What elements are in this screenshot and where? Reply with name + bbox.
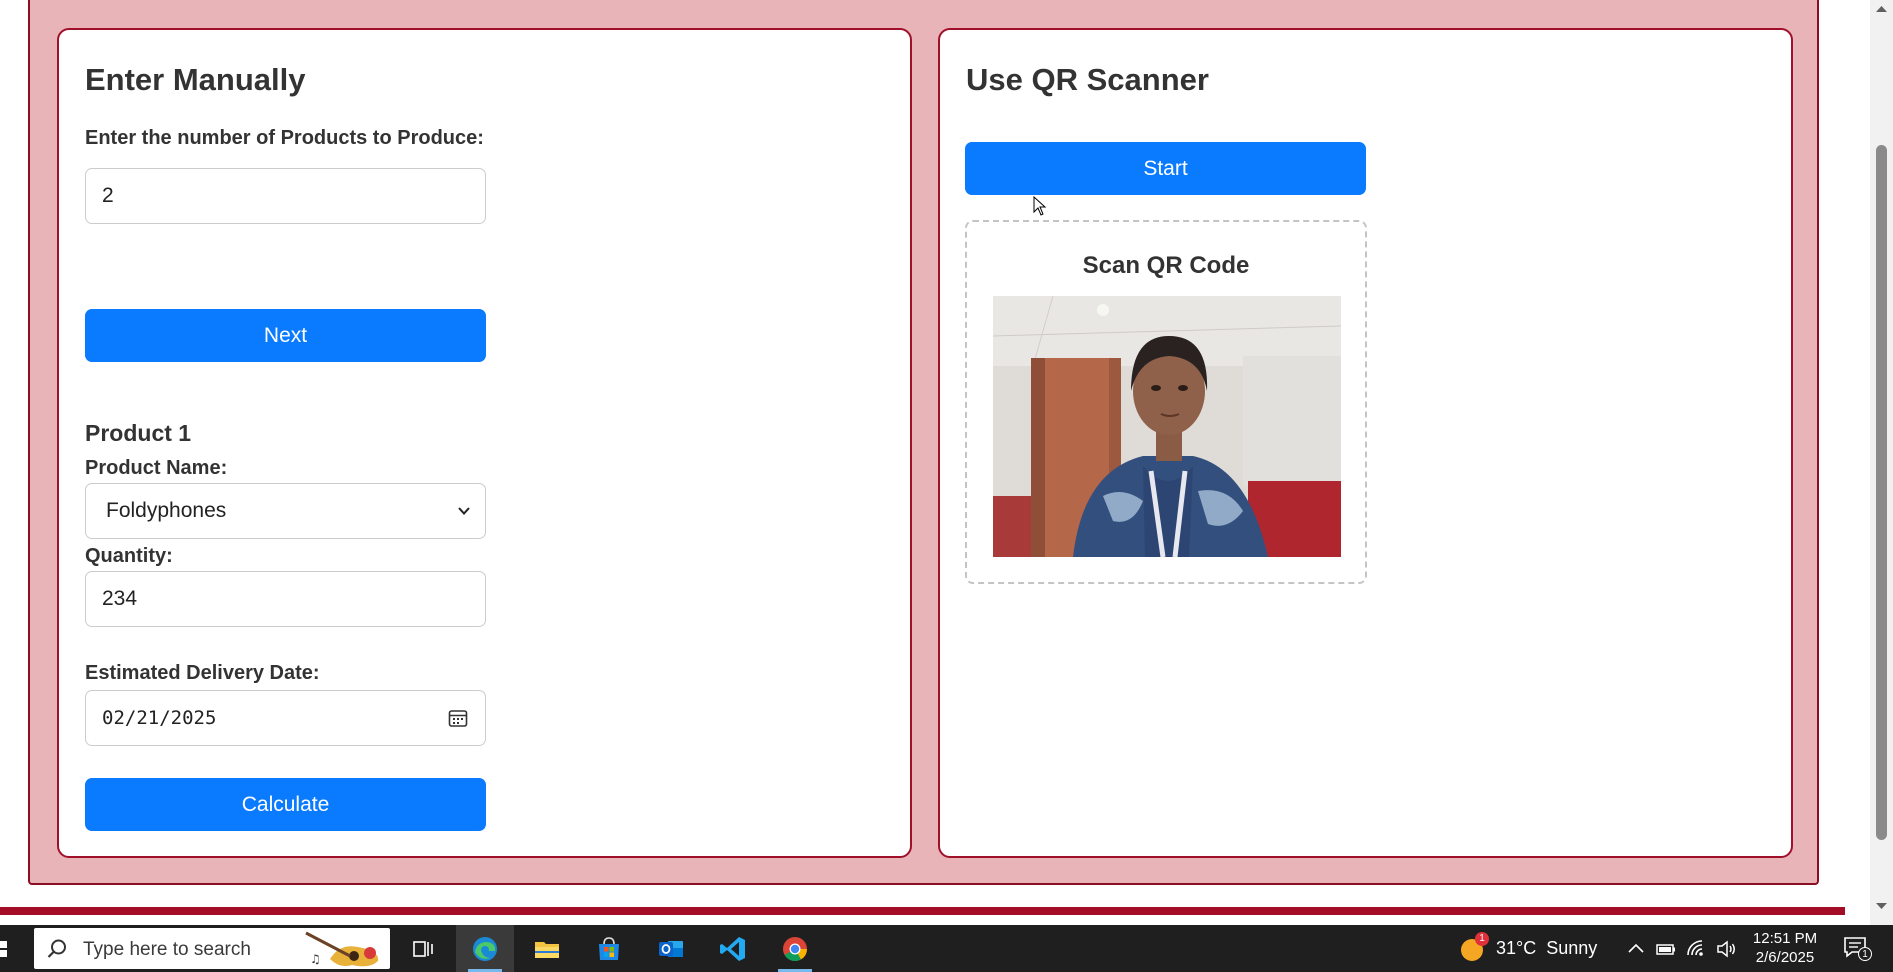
show-hidden-icons-icon[interactable] xyxy=(1625,938,1647,960)
scroll-up-arrow-icon[interactable] xyxy=(1875,4,1888,14)
mouse-cursor-icon xyxy=(1033,196,1047,216)
footer-strip xyxy=(0,907,1845,915)
edge-taskbar-button[interactable] xyxy=(456,925,514,972)
volume-icon[interactable] xyxy=(1715,938,1737,960)
quantity-value: 234 xyxy=(102,587,138,610)
folder-icon xyxy=(535,941,559,958)
taskbar: Type here to search ♫ 1 31°C Sunny 12:51… xyxy=(0,925,1893,972)
search-highlight-guitar-icon: ♫ xyxy=(305,931,379,967)
qr-scan-frame: Scan QR Code xyxy=(965,220,1367,584)
system-clock[interactable]: 12:51 PM 2/6/2025 xyxy=(1740,929,1830,967)
manual-card-title: Enter Manually xyxy=(85,62,306,97)
wifi-icon[interactable] xyxy=(1685,938,1707,960)
quantity-label: Quantity: xyxy=(85,545,173,567)
scan-qr-title: Scan QR Code xyxy=(1082,252,1250,279)
browser-viewport: Enter Manually Enter the number of Produ… xyxy=(0,0,1893,925)
weather-badge: 1 xyxy=(1475,931,1489,946)
clock-time: 12:51 PM xyxy=(1752,930,1818,947)
chrome-button[interactable] xyxy=(766,925,824,972)
qr-card-title: Use QR Scanner xyxy=(966,62,1209,97)
store-bag-icon xyxy=(599,936,619,960)
production-panel: Enter Manually Enter the number of Produ… xyxy=(28,0,1819,885)
scroll-down-arrow-icon[interactable] xyxy=(1875,901,1888,911)
scrollbar-thumb[interactable] xyxy=(1876,145,1887,840)
calculate-button[interactable]: Calculate xyxy=(85,778,486,831)
product-count-value: 2 xyxy=(102,184,114,207)
windows-start-icon[interactable] xyxy=(0,925,30,972)
task-view-icon xyxy=(413,940,433,957)
task-view-button[interactable] xyxy=(394,925,452,972)
weather-text: 31°C Sunny xyxy=(1496,938,1598,958)
notification-center-button[interactable]: 1 xyxy=(1842,935,1872,963)
edge-browser-icon xyxy=(473,936,497,961)
notification-count-badge: 1 xyxy=(1858,947,1872,961)
camera-feed xyxy=(993,296,1341,557)
start-scan-button[interactable]: Start xyxy=(965,142,1366,195)
product-count-input[interactable]: 2 xyxy=(85,168,486,224)
camera-preview-image xyxy=(993,296,1341,557)
outlook-icon xyxy=(659,940,683,957)
product-name-value: Foldyphones xyxy=(106,499,227,522)
sun-icon: 1 xyxy=(1460,931,1489,962)
delivery-date-input[interactable]: 02/21/2025 xyxy=(85,690,486,746)
qr-scanner-card: Use QR Scanner Start Scan QR Code xyxy=(938,28,1793,858)
microsoft-store-button[interactable] xyxy=(580,925,638,972)
product-1-heading: Product 1 xyxy=(85,420,192,446)
svg-text:♫: ♫ xyxy=(310,952,321,966)
vertical-scrollbar[interactable] xyxy=(1870,0,1893,925)
outlook-button[interactable] xyxy=(642,925,700,972)
delivery-date-value: 02/21/2025 xyxy=(102,707,217,729)
battery-icon[interactable] xyxy=(1655,938,1677,960)
clock-date: 2/6/2025 xyxy=(1755,949,1815,966)
file-explorer-button[interactable] xyxy=(518,925,576,972)
weather-widget[interactable]: 1 31°C Sunny xyxy=(1460,925,1597,972)
delivery-date-label: Estimated Delivery Date: xyxy=(85,662,320,684)
manual-entry-card: Enter Manually Enter the number of Produ… xyxy=(57,28,912,858)
product-name-select[interactable]: Foldyphones xyxy=(85,483,486,539)
product-count-label: Enter the number of Products to Produce: xyxy=(85,127,484,149)
search-placeholder: Type here to search xyxy=(83,939,251,960)
taskbar-search-box[interactable]: Type here to search ♫ xyxy=(34,928,390,969)
chrome-icon xyxy=(783,936,807,961)
product-name-label: Product Name: xyxy=(85,457,228,479)
chevron-down-icon xyxy=(458,507,470,515)
search-icon xyxy=(47,939,66,958)
vs-code-icon xyxy=(720,936,745,961)
quantity-input[interactable]: 234 xyxy=(85,571,486,627)
vs-code-button[interactable] xyxy=(704,925,762,972)
next-button[interactable]: Next xyxy=(85,309,486,362)
calendar-icon[interactable] xyxy=(447,707,469,729)
